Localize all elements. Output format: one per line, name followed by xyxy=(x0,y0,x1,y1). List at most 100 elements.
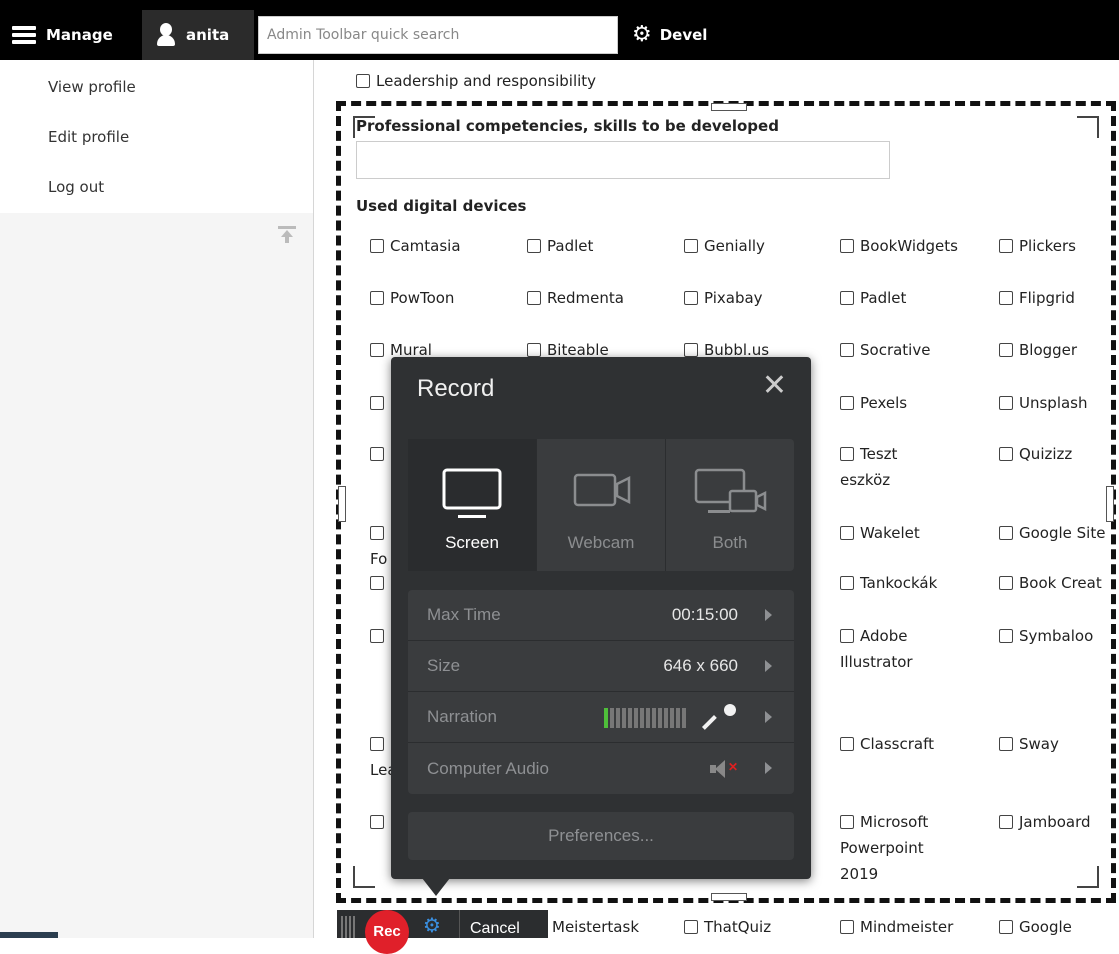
device-checkbox-item[interactable] xyxy=(370,623,390,649)
preferences-button[interactable]: Preferences... xyxy=(408,812,794,860)
device-checkbox-item[interactable]: Redmenta xyxy=(527,285,677,311)
checkbox[interactable] xyxy=(840,576,854,590)
checkbox[interactable] xyxy=(999,629,1013,643)
checkbox[interactable] xyxy=(356,74,370,88)
device-checkbox-item[interactable]: Camtasia xyxy=(370,233,520,259)
device-checkbox-item[interactable]: Genially xyxy=(684,233,834,259)
manage-tab[interactable]: Manage xyxy=(0,10,142,60)
checkbox[interactable] xyxy=(999,396,1013,410)
resize-handle-right[interactable] xyxy=(1106,486,1114,522)
device-checkbox-item[interactable]: PowToon xyxy=(370,285,520,311)
cancel-button[interactable]: Cancel xyxy=(459,910,520,938)
checkbox[interactable] xyxy=(370,343,384,357)
device-checkbox-item[interactable]: Tankockák xyxy=(840,570,990,596)
device-checkbox-item[interactable]: Pixabay xyxy=(684,285,834,311)
device-checkbox-item[interactable] xyxy=(370,570,390,596)
checkbox[interactable] xyxy=(999,343,1013,357)
checkbox[interactable] xyxy=(840,343,854,357)
device-checkbox-item[interactable]: Unsplash xyxy=(999,390,1114,416)
checkbox[interactable] xyxy=(527,343,541,357)
device-checkbox-item[interactable]: Padlet xyxy=(840,285,990,311)
checkbox[interactable] xyxy=(684,291,698,305)
checkbox[interactable] xyxy=(840,526,854,540)
corner-handle[interactable] xyxy=(353,866,375,888)
device-checkbox-item[interactable] xyxy=(370,441,390,467)
device-checkbox-item[interactable] xyxy=(370,809,390,835)
mode-webcam[interactable]: Webcam xyxy=(537,439,666,571)
device-checkbox-item[interactable]: Classcraft xyxy=(840,731,990,757)
gear-icon[interactable]: ⚙ xyxy=(423,915,441,935)
checkbox[interactable] xyxy=(527,291,541,305)
checkbox[interactable] xyxy=(999,526,1013,540)
device-checkbox-item[interactable]: Symbaloo xyxy=(999,623,1114,649)
device-checkbox-item[interactable]: Socrative xyxy=(840,337,990,363)
checkbox[interactable] xyxy=(999,291,1013,305)
checkbox[interactable] xyxy=(840,447,854,461)
checkbox[interactable] xyxy=(370,737,384,751)
setting-max-time[interactable]: Max Time 00:15:00 xyxy=(408,590,794,641)
checkbox[interactable] xyxy=(370,447,384,461)
device-checkbox-item[interactable]: Plickers xyxy=(999,233,1114,259)
orientation-toggle-icon[interactable] xyxy=(276,224,298,244)
mode-both[interactable]: Both xyxy=(666,439,794,571)
close-icon[interactable]: ✕ xyxy=(762,371,787,401)
quick-search-input[interactable] xyxy=(258,16,618,54)
checkbox[interactable] xyxy=(840,239,854,253)
resize-handle-top[interactable] xyxy=(711,103,747,111)
drag-grip-icon[interactable] xyxy=(341,916,355,938)
checkbox[interactable] xyxy=(999,920,1013,934)
checkbox[interactable] xyxy=(370,526,384,540)
tray-item-edit-profile[interactable]: Edit profile xyxy=(0,116,313,166)
tray-item-log-out[interactable]: Log out xyxy=(0,166,313,216)
leadership-checkbox-item[interactable]: Leadership and responsibility xyxy=(356,72,596,90)
device-checkbox-item[interactable]: Adobe Illustrator xyxy=(840,623,940,675)
checkbox[interactable] xyxy=(999,737,1013,751)
devel-tab[interactable]: ⚙ Devel xyxy=(632,10,742,60)
checkbox[interactable] xyxy=(999,576,1013,590)
device-checkbox-item[interactable]: Fo xyxy=(370,520,392,572)
device-checkbox-item[interactable]: Pexels xyxy=(840,390,990,416)
device-checkbox-item[interactable]: Padlet xyxy=(527,233,677,259)
device-checkbox-item[interactable]: Jamboard xyxy=(999,809,1114,835)
device-checkbox-item[interactable]: Mindmeister xyxy=(840,914,990,940)
device-checkbox-item[interactable]: Meistertask xyxy=(552,914,702,940)
checkbox[interactable] xyxy=(840,737,854,751)
user-tab[interactable]: anita xyxy=(142,10,254,60)
checkbox[interactable] xyxy=(370,815,384,829)
mode-screen[interactable]: Screen xyxy=(408,439,537,571)
corner-handle[interactable] xyxy=(1077,866,1099,888)
rec-button[interactable]: Rec xyxy=(365,910,409,954)
checkbox[interactable] xyxy=(684,343,698,357)
checkbox[interactable] xyxy=(370,629,384,643)
device-checkbox-item[interactable]: ThatQuiz xyxy=(684,914,834,940)
checkbox[interactable] xyxy=(999,447,1013,461)
setting-narration[interactable]: Narration xyxy=(408,692,794,743)
setting-computer-audio[interactable]: Computer Audio ✕ xyxy=(408,743,794,794)
device-checkbox-item[interactable]: Quizizz xyxy=(999,441,1114,467)
device-checkbox-item[interactable]: Teszt eszköz xyxy=(840,441,940,493)
resize-handle-left[interactable] xyxy=(338,486,346,522)
checkbox[interactable] xyxy=(370,291,384,305)
device-checkbox-item[interactable] xyxy=(370,390,390,416)
tray-item-view-profile[interactable]: View profile xyxy=(0,66,313,116)
device-checkbox-item[interactable]: Sway xyxy=(999,731,1114,757)
checkbox[interactable] xyxy=(999,239,1013,253)
checkbox[interactable] xyxy=(370,396,384,410)
checkbox[interactable] xyxy=(999,815,1013,829)
checkbox[interactable] xyxy=(527,239,541,253)
checkbox[interactable] xyxy=(840,291,854,305)
checkbox[interactable] xyxy=(840,920,854,934)
checkbox[interactable] xyxy=(840,815,854,829)
checkbox[interactable] xyxy=(684,239,698,253)
checkbox[interactable] xyxy=(370,576,384,590)
corner-handle[interactable] xyxy=(1077,116,1099,138)
device-checkbox-item[interactable]: Google xyxy=(999,914,1114,940)
device-checkbox-item[interactable]: Google Site xyxy=(999,520,1114,546)
setting-size[interactable]: Size 646 x 660 xyxy=(408,641,794,692)
device-checkbox-item[interactable]: Blogger xyxy=(999,337,1114,363)
checkbox[interactable] xyxy=(840,629,854,643)
checkbox[interactable] xyxy=(840,396,854,410)
checkbox[interactable] xyxy=(370,239,384,253)
device-checkbox-item[interactable]: Microsoft Powerpoint 2019 xyxy=(840,809,950,887)
device-checkbox-item[interactable]: BookWidgets xyxy=(840,233,990,259)
